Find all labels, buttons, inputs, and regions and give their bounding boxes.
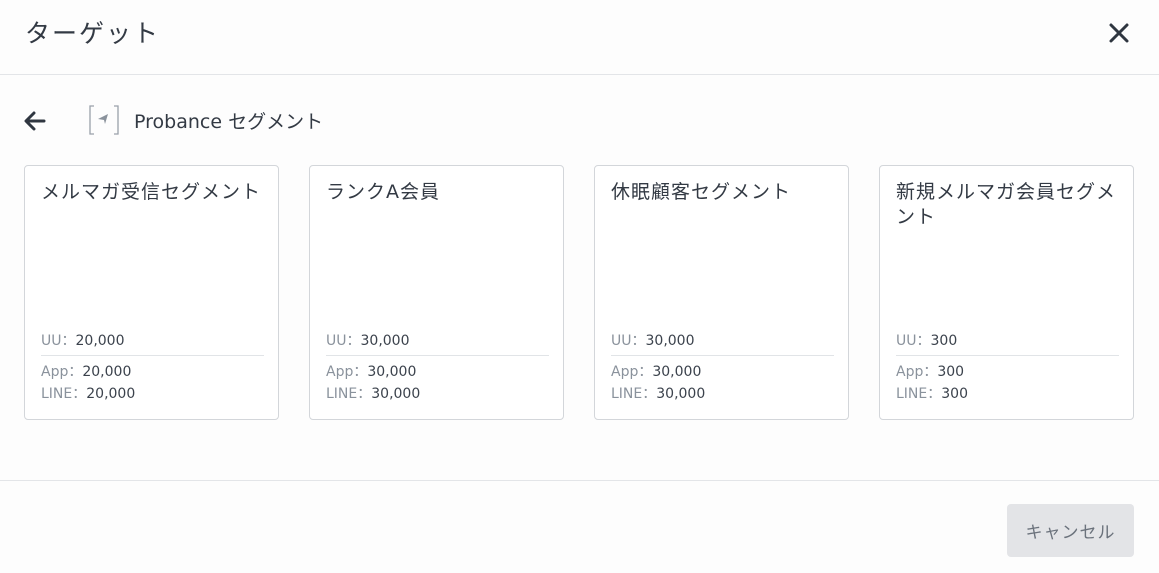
line-label: LINE： (326, 386, 372, 402)
close-button[interactable] (1104, 18, 1134, 48)
line-stat: LINE：30,000 (326, 385, 420, 403)
card-divider (896, 355, 1119, 356)
back-button[interactable] (22, 108, 48, 134)
breadcrumb: Probance セグメント (0, 98, 1159, 142)
app-label: App： (611, 364, 653, 380)
uu-stat: UU：30,000 (611, 332, 695, 350)
uu-stat: UU：300 (896, 332, 957, 350)
line-value: 30,000 (371, 386, 421, 402)
card-divider (611, 355, 834, 356)
app-stat: App：300 (896, 363, 964, 381)
app-stat: App：30,000 (611, 363, 701, 381)
line-value: 300 (941, 386, 968, 402)
line-stat: LINE：300 (896, 385, 968, 403)
arrow-left-icon (24, 111, 46, 131)
segment-card[interactable]: メルマガ受信セグメント UU：20,000 App：20,000 LINE：20… (24, 165, 279, 420)
segment-name: ランクA会員 (326, 181, 440, 203)
line-label: LINE： (611, 386, 657, 402)
line-stat: LINE：30,000 (611, 385, 705, 403)
app-stat: App：30,000 (326, 363, 416, 381)
app-label: App： (41, 364, 83, 380)
segment-name: 新規メルマガ会員セグメント (896, 181, 1117, 228)
uu-value: 20,000 (75, 333, 125, 349)
cancel-button[interactable]: キャンセル (1007, 504, 1134, 557)
segment-card-list: メルマガ受信セグメント UU：20,000 App：20,000 LINE：20… (24, 165, 1134, 420)
close-icon (1109, 23, 1129, 43)
app-value: 30,000 (367, 364, 417, 380)
uu-stat: UU：30,000 (326, 332, 410, 350)
segment-card[interactable]: 新規メルマガ会員セグメント UU：300 App：300 LINE：300 (879, 165, 1134, 420)
app-label: App： (326, 364, 368, 380)
uu-label: UU： (896, 333, 931, 349)
app-value: 30,000 (652, 364, 702, 380)
uu-value: 30,000 (645, 333, 695, 349)
segment-card[interactable]: 休眠顧客セグメント UU：30,000 App：30,000 LINE：30,0… (594, 165, 849, 420)
target-dialog: ターゲット Probance セグメント メルマガ受信セグメント UU：20,0… (0, 0, 1159, 573)
dialog-header: ターゲット (0, 0, 1159, 75)
uu-label: UU： (41, 333, 76, 349)
uu-label: UU： (611, 333, 646, 349)
line-value: 30,000 (656, 386, 706, 402)
app-value: 20,000 (82, 364, 132, 380)
card-divider (41, 355, 264, 356)
uu-value: 300 (930, 333, 958, 349)
line-label: LINE： (41, 386, 87, 402)
app-label: App： (896, 364, 938, 380)
app-stat: App：20,000 (41, 363, 131, 381)
dialog-footer: キャンセル (0, 480, 1159, 573)
uu-value: 30,000 (360, 333, 410, 349)
segment-card[interactable]: ランクA会員 UU：30,000 App：30,000 LINE：30,000 (309, 165, 564, 420)
dialog-title: ターゲット (25, 19, 161, 48)
segment-name: 休眠顧客セグメント (611, 181, 792, 203)
line-stat: LINE：20,000 (41, 385, 135, 403)
segment-name: メルマガ受信セグメント (41, 181, 262, 203)
breadcrumb-label: Probance セグメント (134, 111, 324, 133)
card-divider (326, 355, 549, 356)
uu-label: UU： (326, 333, 361, 349)
line-value: 20,000 (86, 386, 136, 402)
line-label: LINE： (896, 386, 942, 402)
segment-icon (88, 105, 120, 135)
uu-stat: UU：20,000 (41, 332, 125, 350)
app-value: 300 (937, 364, 965, 380)
